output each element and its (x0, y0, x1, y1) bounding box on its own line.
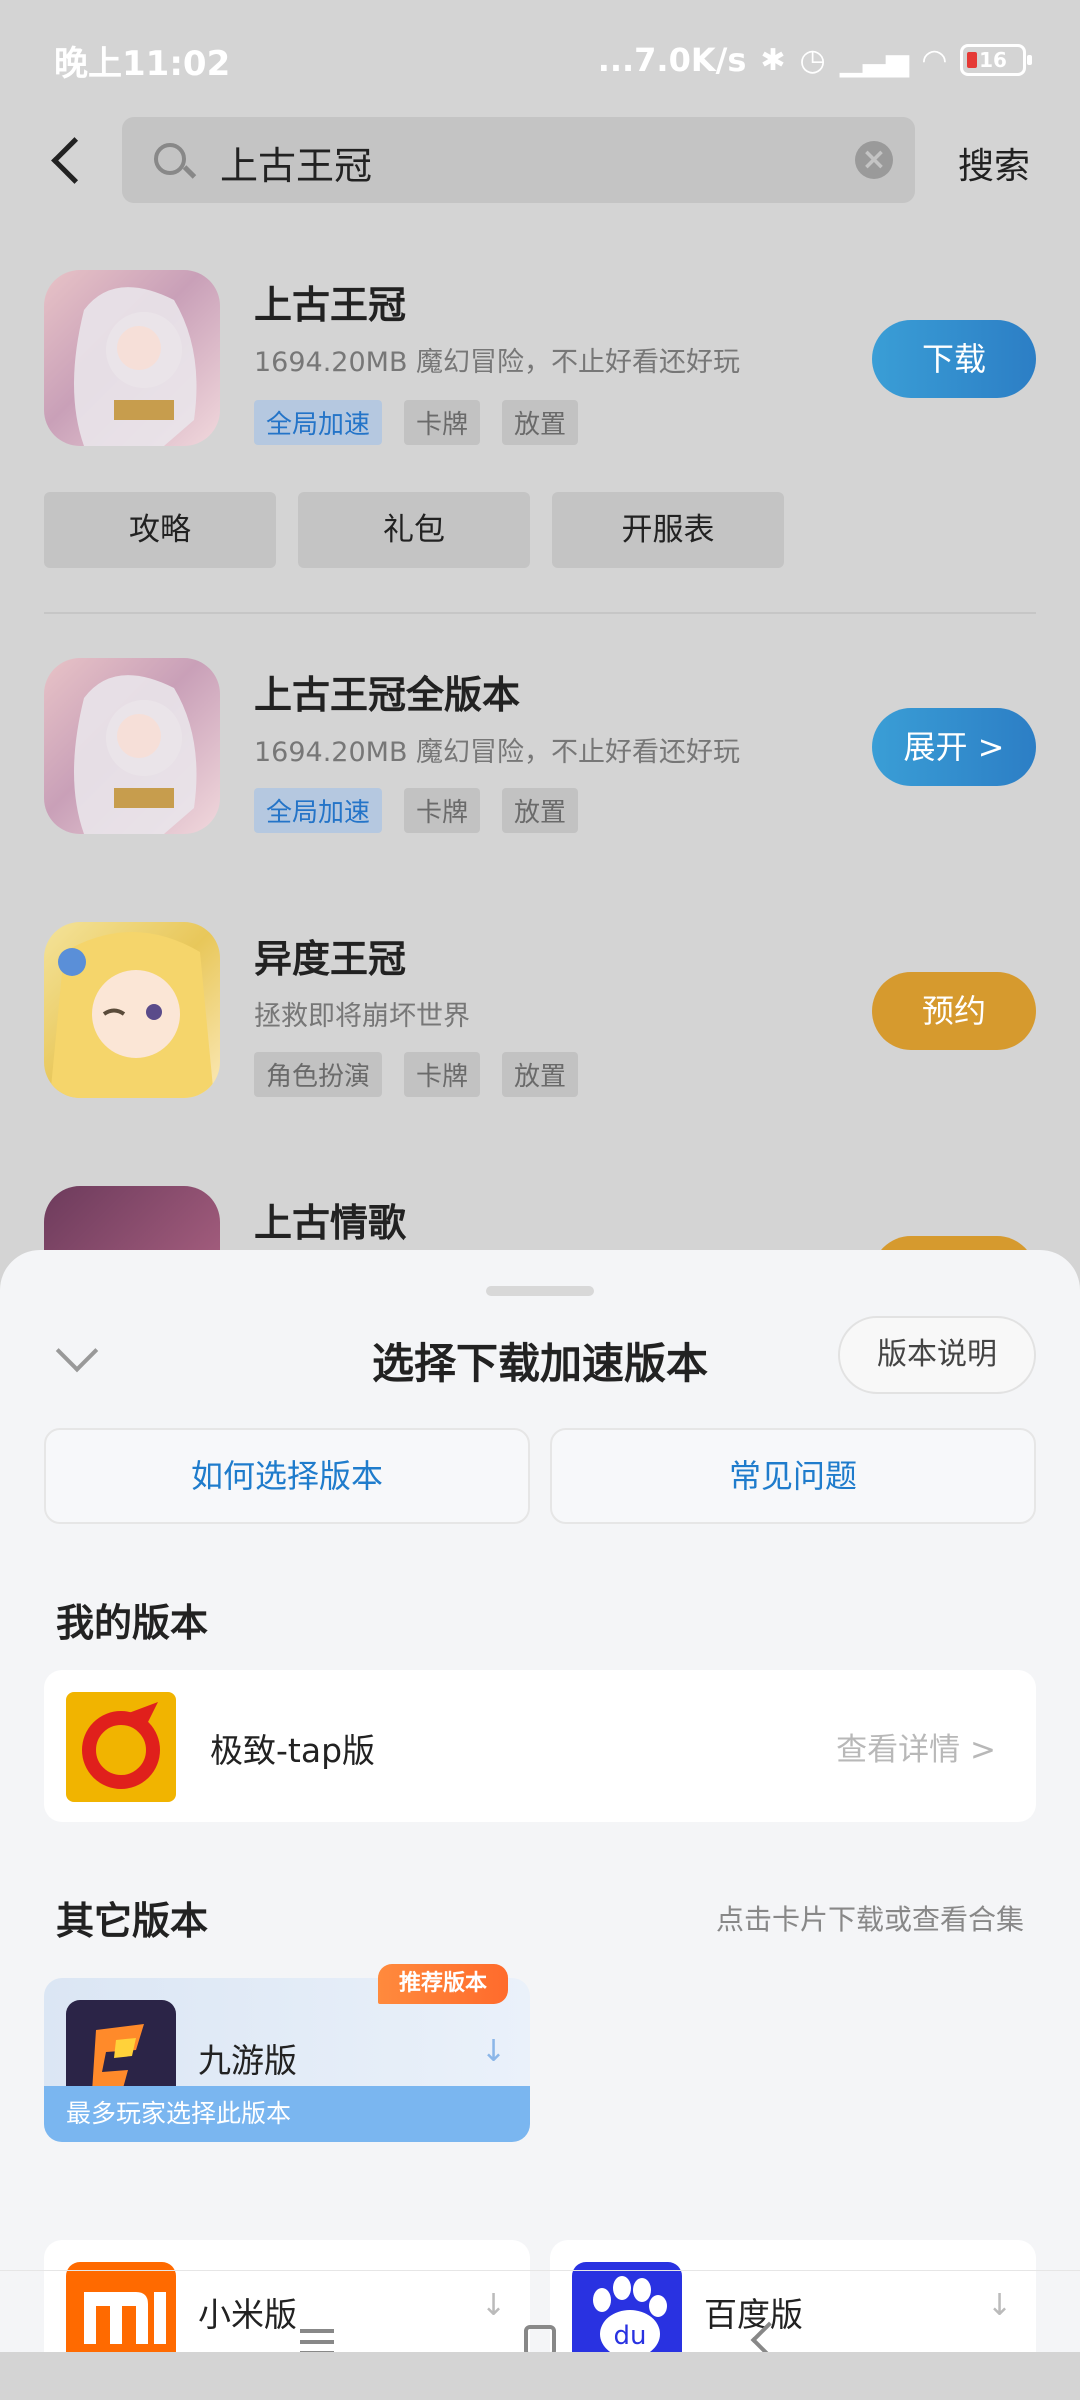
server-list-button[interactable]: 开服表 (552, 492, 784, 568)
status-time: 晚上11:02 (54, 43, 231, 84)
quick-links: 攻略 礼包 开服表 (44, 492, 784, 568)
tag-list: 全局加速 卡牌 放置 (254, 788, 579, 833)
character-art-icon (50, 932, 214, 1098)
app-item[interactable]: 上古情歌 (0, 1186, 1080, 1250)
action-button[interactable] (872, 1236, 1036, 1250)
version-info-button[interactable]: 版本说明 (838, 1316, 1036, 1394)
search-icon (154, 143, 186, 175)
app-title: 上古王冠全版本 (254, 673, 521, 717)
reserve-button[interactable]: 预约 (872, 972, 1036, 1050)
status-bar: 晚上11:02 ...7.0K/s ✱ ◷ ▁▃▅ ◠ 16 (0, 0, 1080, 120)
tag: 角色扮演 (254, 1052, 383, 1097)
search-input[interactable]: 上古王冠 × (122, 117, 915, 203)
network-speed: ...7.0K/s (597, 41, 747, 79)
app-item[interactable]: 异度王冠 拯救即将崩坏世界 角色扮演 卡牌 放置 预约 (0, 922, 1080, 1098)
tag: 卡牌 (404, 1052, 481, 1097)
version-name: 九游版 (198, 2041, 297, 2080)
other-versions-hint: 点击卡片下载或查看合集 (715, 1903, 1024, 1936)
other-versions-title: 其它版本 (56, 1899, 209, 1943)
featured-note: 最多玩家选择此版本 (44, 2086, 530, 2142)
tag: 放置 (502, 788, 579, 833)
clear-icon[interactable]: × (855, 141, 893, 179)
tag: 放置 (502, 1052, 579, 1097)
tap-logo-icon (66, 1692, 176, 1802)
download-arrow-icon[interactable]: ↓ (481, 2034, 506, 2069)
character-art-icon (74, 287, 197, 446)
app-title: 上古王冠 (254, 283, 407, 327)
battery-level: 16 (979, 48, 1007, 72)
alarm-icon: ◷ (799, 42, 826, 78)
bluetooth-icon: ✱ (760, 42, 786, 78)
app-icon (44, 1186, 220, 1250)
version-sheet: 选择下载加速版本 版本说明 如何选择版本 常见问题 我的版本 极致-tap版 查… (0, 1250, 1080, 2400)
status-icons: ...7.0K/s ✱ ◷ ▁▃▅ ◠ 16 (597, 41, 1032, 79)
app-desc: 1694.20MB 魔幻冒险，不止好看还好玩 (254, 347, 741, 378)
character-art-icon (74, 675, 197, 834)
app-title: 上古情歌 (254, 1201, 407, 1245)
battery-icon: 16 (960, 44, 1032, 76)
recommended-badge: 推荐版本 (378, 1964, 508, 2004)
tag: 卡牌 (404, 788, 481, 833)
wifi-icon: ◠ (922, 42, 946, 78)
back-icon[interactable] (40, 130, 100, 190)
how-to-choose-button[interactable]: 如何选择版本 (44, 1428, 530, 1524)
tap-logo-shape (82, 1702, 160, 1789)
search-button[interactable]: 搜索 (958, 137, 1030, 189)
signal-icon: ▁▃▅ (839, 42, 909, 78)
download-button[interactable]: 下载 (872, 320, 1036, 398)
tag-list: 全局加速 卡牌 放置 (254, 400, 579, 445)
sheet-handle[interactable] (486, 1286, 594, 1296)
expand-button[interactable]: 展开 > (872, 708, 1036, 786)
bottom-strip (0, 2352, 1080, 2400)
search-header: 上古王冠 × 搜索 (0, 115, 1080, 205)
app-item[interactable]: 上古王冠 1694.20MB 魔幻冒险，不止好看还好玩 全局加速 卡牌 放置 下… (0, 270, 1080, 446)
tag: 全局加速 (254, 788, 383, 833)
search-query: 上古王冠 (220, 144, 373, 188)
divider (44, 612, 1036, 614)
tag: 卡牌 (404, 400, 481, 445)
my-version-name: 极致-tap版 (210, 1731, 376, 1770)
app-icon (44, 270, 220, 446)
app-item[interactable]: 上古王冠全版本 1694.20MB 魔幻冒险，不止好看还好玩 全局加速 卡牌 放… (0, 658, 1080, 834)
my-version-title: 我的版本 (56, 1601, 209, 1645)
tag: 放置 (502, 400, 579, 445)
app-icon (44, 658, 220, 834)
app-icon (44, 922, 220, 1098)
gift-button[interactable]: 礼包 (298, 492, 530, 568)
app-desc: 1694.20MB 魔幻冒险，不止好看还好玩 (254, 737, 741, 768)
faq-button[interactable]: 常见问题 (550, 1428, 1036, 1524)
app-title: 异度王冠 (254, 937, 407, 981)
tag: 全局加速 (254, 400, 383, 445)
tag-list: 角色扮演 卡牌 放置 (254, 1052, 579, 1097)
my-version-card[interactable]: 极致-tap版 查看详情 > (44, 1670, 1036, 1822)
guide-button[interactable]: 攻略 (44, 492, 276, 568)
view-details-link[interactable]: 查看详情 > (836, 1724, 996, 1769)
app-desc: 拯救即将崩坏世界 (254, 1001, 470, 1032)
